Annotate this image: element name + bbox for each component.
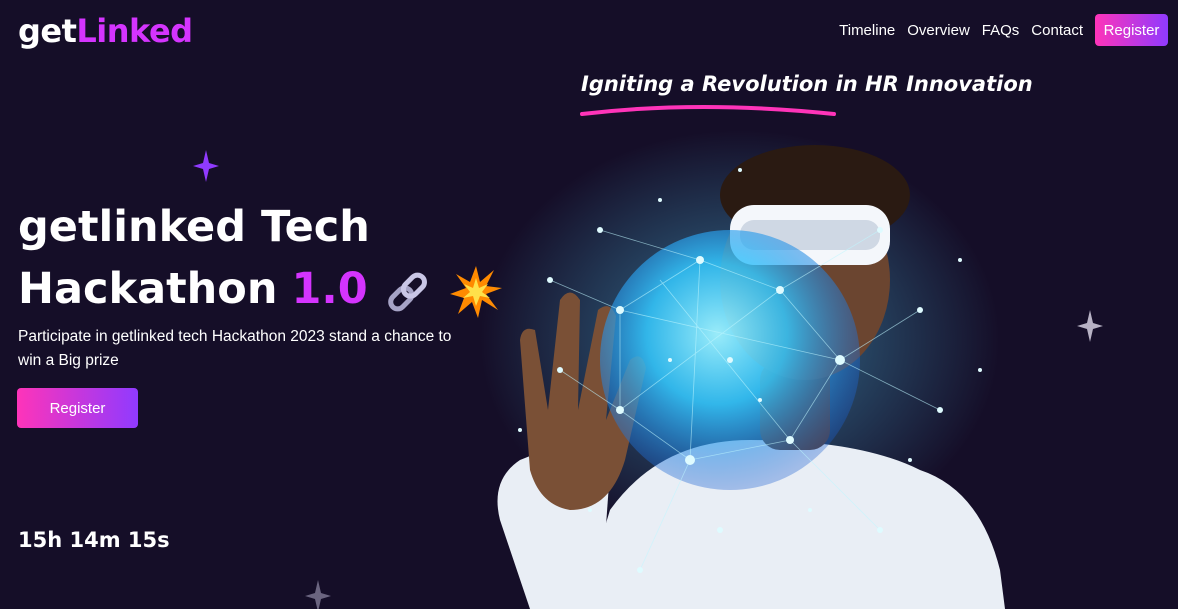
nav-register-button[interactable]: Register [1095,14,1168,46]
nav-link-contact[interactable]: Contact [1031,22,1083,39]
sparkle-star-icon [193,150,219,182]
countdown-timer: 15h 14m 15s [18,528,170,552]
sparkle-star-icon [1077,310,1103,342]
link-chain-icon [387,272,427,311]
tagline-text: Igniting a Revolution in HR Innovation [581,72,1033,96]
hero-description: Participate in getlinked tech Hackathon … [18,328,452,369]
nav-link-faqs[interactable]: FAQs [982,22,1020,39]
sparkle-star-icon [305,580,331,609]
hero-title: getlinked Tech Hackathon 1.0 [18,196,502,320]
hero-image [480,130,1005,609]
hero-title-line2-row: Hackathon 1.0 [18,258,502,320]
nav-link-overview[interactable]: Overview [907,22,970,39]
landing-page: getLinked Timeline Overview FAQs Contact… [0,0,1178,609]
nav-link-timeline[interactable]: Timeline [839,22,895,39]
hero-register-button[interactable]: Register [17,388,138,428]
brand-logo[interactable]: getLinked [18,12,193,50]
hero-title-line1: getlinked Tech [18,202,370,252]
logo-text-linked: Linked [76,12,193,50]
hero-title-line2: Hackathon [18,264,278,314]
hero-version: 1.0 [291,264,368,314]
logo-text-get: get [18,12,77,50]
top-nav: Timeline Overview FAQs Contact Register [839,14,1168,46]
